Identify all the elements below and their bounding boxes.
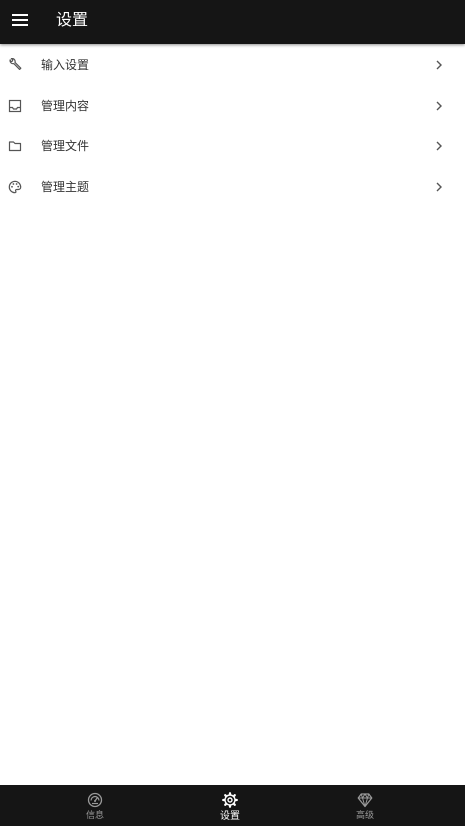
tab-label: 信息	[85, 811, 104, 821]
list-item-label: 输入设置	[41, 58, 90, 72]
folder-icon	[8, 141, 22, 152]
list-item-manage-files[interactable]: 管理文件	[0, 126, 465, 167]
diamond-icon	[357, 793, 373, 808]
list-item-input-settings[interactable]: 输入设置	[0, 45, 465, 86]
chevron-right-icon	[436, 141, 442, 151]
app-bar: 设置	[0, 0, 465, 44]
list-item-manage-themes[interactable]: 管理主题	[0, 167, 465, 208]
page-title: 设置	[56, 10, 89, 29]
speedometer-icon	[87, 792, 103, 808]
palette-icon	[8, 180, 22, 194]
chevron-right-icon	[436, 60, 442, 70]
gear-icon	[222, 792, 238, 808]
list-item-label: 管理内容	[41, 98, 90, 113]
bottom-navigation: 信息 设置 高级	[0, 785, 465, 826]
tab-settings[interactable]: 设置	[180, 785, 280, 826]
tab-label: 高级	[355, 811, 374, 821]
chevron-right-icon	[436, 182, 442, 192]
inbox-tray-icon	[8, 99, 22, 112]
chevron-right-icon	[436, 101, 442, 111]
settings-list: 输入设置 管理内容 管理文件 管理主题	[0, 45, 465, 207]
hamburger-menu-icon	[12, 14, 28, 26]
wrench-icon	[9, 58, 22, 70]
list-item-label: 管理文件	[41, 139, 90, 154]
list-item-label: 管理主题	[41, 179, 90, 194]
list-item-manage-content[interactable]: 管理内容	[0, 86, 465, 127]
tab-info[interactable]: 信息	[45, 785, 145, 826]
tab-advanced[interactable]: 高级	[315, 785, 415, 826]
tab-label: 设置	[220, 811, 240, 822]
menu-button[interactable]	[6, 6, 34, 34]
